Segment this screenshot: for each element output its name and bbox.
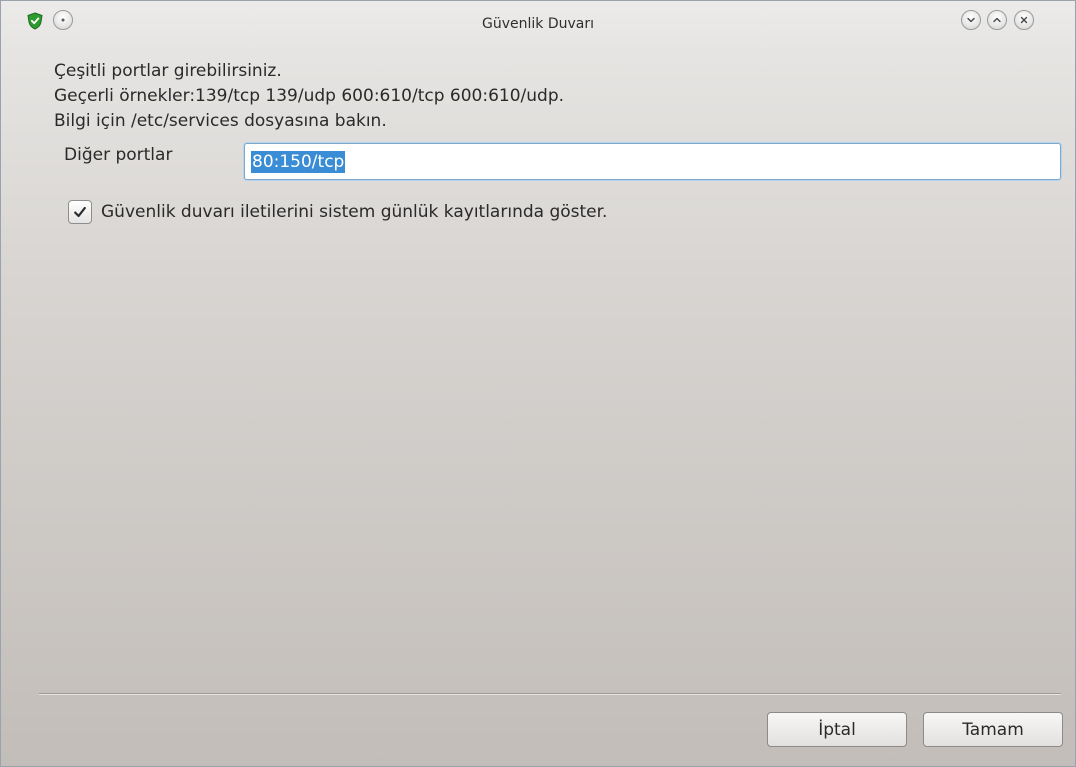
minimize-icon [967,17,975,23]
footer-separator [39,693,1061,695]
info-line-3: Bilgi için /etc/services dosyasına bakın… [54,111,387,131]
maximize-icon [993,17,1001,23]
window-title: Güvenlik Duvarı [482,16,594,32]
other-ports-label: Diğer portlar [64,145,173,165]
checkmark-icon [74,206,86,218]
title-bar[interactable]: Güvenlik Duvarı [1,1,1075,49]
close-button[interactable] [1014,10,1034,30]
other-ports-input[interactable]: 80:150/tcp [244,143,1061,180]
dialog-content: Çeşitli portlar girebilirsiniz. Geçerli … [1,49,1075,766]
minimize-button[interactable] [961,10,981,30]
cancel-button[interactable]: İptal [767,712,907,747]
firewall-dialog-window: Güvenlik Duvarı Çeşitli portlar girebili… [0,0,1076,767]
close-icon [1020,16,1028,24]
log-messages-checkbox[interactable] [68,200,92,224]
ok-button[interactable]: Tamam [923,712,1063,747]
log-messages-option[interactable]: Güvenlik duvarı iletilerini sistem günlü… [68,200,607,224]
info-line-2: Geçerli örnekler:139/tcp 139/udp 600:610… [54,86,565,106]
info-line-1: Çeşitli portlar girebilirsiniz. [54,61,282,81]
maximize-button[interactable] [987,10,1007,30]
log-messages-label: Güvenlik duvarı iletilerini sistem günlü… [101,202,608,222]
info-text: Çeşitli portlar girebilirsiniz. Geçerli … [54,59,564,134]
other-ports-value: 80:150/tcp [251,150,346,173]
